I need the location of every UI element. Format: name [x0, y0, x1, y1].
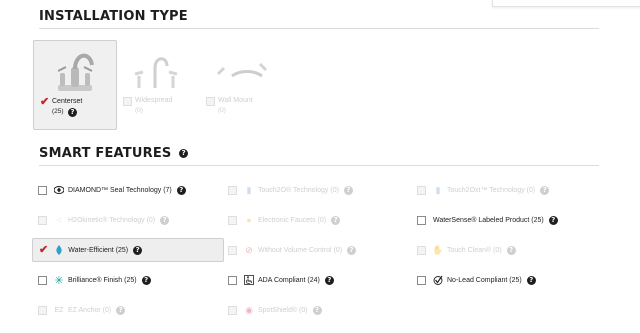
touch-icon: ▮	[246, 184, 252, 195]
help-icon: ?	[347, 245, 357, 255]
feature-spotshield: ◉ SpotShield® (0) ?	[228, 300, 322, 320]
feature-label: Touch Clean® (0)	[447, 246, 502, 254]
centerset-checkbox-checked[interactable]: ✔	[40, 97, 49, 108]
help-icon: ?	[331, 215, 341, 225]
feature-electronic-faucets: ● Electronic Faucets (0) ?	[228, 210, 341, 230]
centerset-count: (25)	[52, 108, 64, 115]
touchxt-icon: ▮	[435, 184, 441, 195]
volume-icon: ⊘	[245, 244, 253, 255]
feature-label: WaterSense® Labeled Product (25)	[433, 216, 544, 224]
feature-label: H2Okinetic® Technology (0)	[68, 216, 156, 224]
feature-label: Touch2O® Technology (0)	[258, 186, 339, 194]
dropdown-panel-edge	[492, 0, 640, 7]
wall-mount-checkbox	[206, 97, 215, 106]
feature-label: DIAMOND™ Seal Technology (7)	[68, 186, 172, 194]
feature-label: ADA Compliant (24)	[258, 276, 320, 284]
feature-label: Brilliance® Finish (25)	[68, 276, 137, 284]
feature-label: Without Volume Control (0)	[258, 246, 343, 254]
feature-checkbox[interactable]	[38, 185, 47, 195]
feature-checkbox	[228, 305, 237, 315]
leaf-drop-icon	[54, 245, 64, 255]
feature-checkbox	[417, 185, 426, 195]
help-icon[interactable]: ?	[548, 215, 558, 225]
help-icon[interactable]: ?	[176, 185, 186, 195]
feature-checkbox	[38, 215, 47, 225]
feature-checkbox	[417, 245, 426, 255]
feature-ez-anchor: EZ EZ Anchor (0) ?	[38, 300, 126, 320]
centerset-faucet-image	[57, 53, 94, 91]
check-circle-icon	[433, 275, 443, 285]
feature-without-volume-control: ⊘ Without Volume Control (0) ?	[228, 240, 357, 260]
section-divider	[39, 28, 599, 29]
feature-touch-clean: ✋ Touch Clean® (0) ?	[417, 240, 516, 260]
help-icon[interactable]: ?	[324, 275, 334, 285]
centerset-label: Centerset	[52, 98, 83, 105]
feature-checkbox	[228, 245, 237, 255]
anchor-icon: EZ	[54, 306, 64, 314]
feature-checkbox[interactable]	[417, 275, 426, 285]
help-icon[interactable]: ?	[133, 245, 143, 255]
help-icon[interactable]: ?	[179, 149, 189, 158]
feature-diamond-seal[interactable]: DIAMOND™ Seal Technology (7) ?	[38, 180, 186, 200]
smart-features-title: SMART FEATURES ?	[39, 146, 189, 161]
feature-no-lead-compliant[interactable]: No-Lead Compliant (25) ?	[417, 270, 536, 290]
section-divider	[39, 165, 599, 166]
install-type-widespread: Widespread (0)	[117, 40, 199, 128]
wall-mount-label: Wall Mount	[218, 97, 253, 104]
feature-water-efficient[interactable]: ✔ Water-Efficient (25) ?	[32, 238, 224, 262]
feature-label: Electronic Faucets (0)	[258, 216, 327, 224]
feature-checkbox	[38, 305, 47, 315]
help-icon: ?	[506, 245, 516, 255]
feature-h2okinetic: ⁖ H2Okinetic® Technology (0) ?	[38, 210, 170, 230]
droplets-icon: ⁖	[56, 214, 62, 225]
widespread-label: Widespread	[135, 97, 173, 104]
feature-label: Water-Efficient (25)	[68, 246, 129, 254]
feature-touch2o: ▮ Touch2O® Technology (0) ?	[228, 180, 353, 200]
help-icon[interactable]: ?	[141, 275, 151, 285]
hand-icon: ✋	[432, 244, 444, 255]
feature-ada-compliant[interactable]: ADA Compliant (24) ?	[228, 270, 334, 290]
help-icon: ?	[343, 185, 353, 195]
installation-type-title: INSTALLATION TYPE	[39, 9, 188, 24]
widespread-faucet-image	[134, 57, 178, 88]
widespread-checkbox	[123, 97, 132, 106]
help-icon: ?	[116, 305, 126, 315]
feature-touch2oxt: ▮ Touch2Oxt™ Technology (0) ?	[417, 180, 550, 200]
feature-label: EZ Anchor (0)	[68, 306, 112, 314]
feature-brilliance-finish[interactable]: ✳ Brilliance® Finish (25) ?	[38, 270, 151, 290]
shield-icon: ◉	[245, 304, 253, 315]
feature-watersense[interactable]: WaterSense® Labeled Product (25) ?	[417, 210, 558, 230]
help-icon: ?	[540, 185, 550, 195]
feature-checkbox-checked[interactable]: ✔	[39, 244, 48, 255]
widespread-count: (0)	[135, 107, 143, 114]
feature-checkbox[interactable]	[38, 275, 47, 285]
feature-label: SpotShield® (0)	[258, 306, 308, 314]
help-icon: ?	[312, 305, 322, 315]
diamond-icon	[54, 185, 64, 195]
wheelchair-icon	[244, 275, 254, 285]
feature-label: Touch2Oxt™ Technology (0)	[447, 186, 536, 194]
wall-mount-count: (0)	[218, 107, 226, 114]
sparkle-icon: ✳	[54, 274, 64, 287]
help-icon: ?	[160, 215, 170, 225]
feature-label: No-Lead Compliant (25)	[447, 276, 522, 284]
lightbulb-icon: ●	[246, 215, 252, 225]
install-type-wall-mount: Wall Mount (0)	[200, 40, 282, 128]
feature-checkbox	[228, 215, 237, 225]
install-type-centerset[interactable]: ✔ Centerset (25) ?	[33, 40, 117, 130]
help-icon[interactable]: ?	[526, 275, 536, 285]
smart-features-title-text: SMART FEATURES	[39, 146, 172, 161]
feature-checkbox	[228, 185, 237, 195]
feature-checkbox[interactable]	[228, 275, 237, 285]
wall-mount-faucet-image	[216, 62, 268, 78]
feature-checkbox[interactable]	[417, 215, 426, 225]
help-icon[interactable]: ?	[68, 108, 77, 117]
